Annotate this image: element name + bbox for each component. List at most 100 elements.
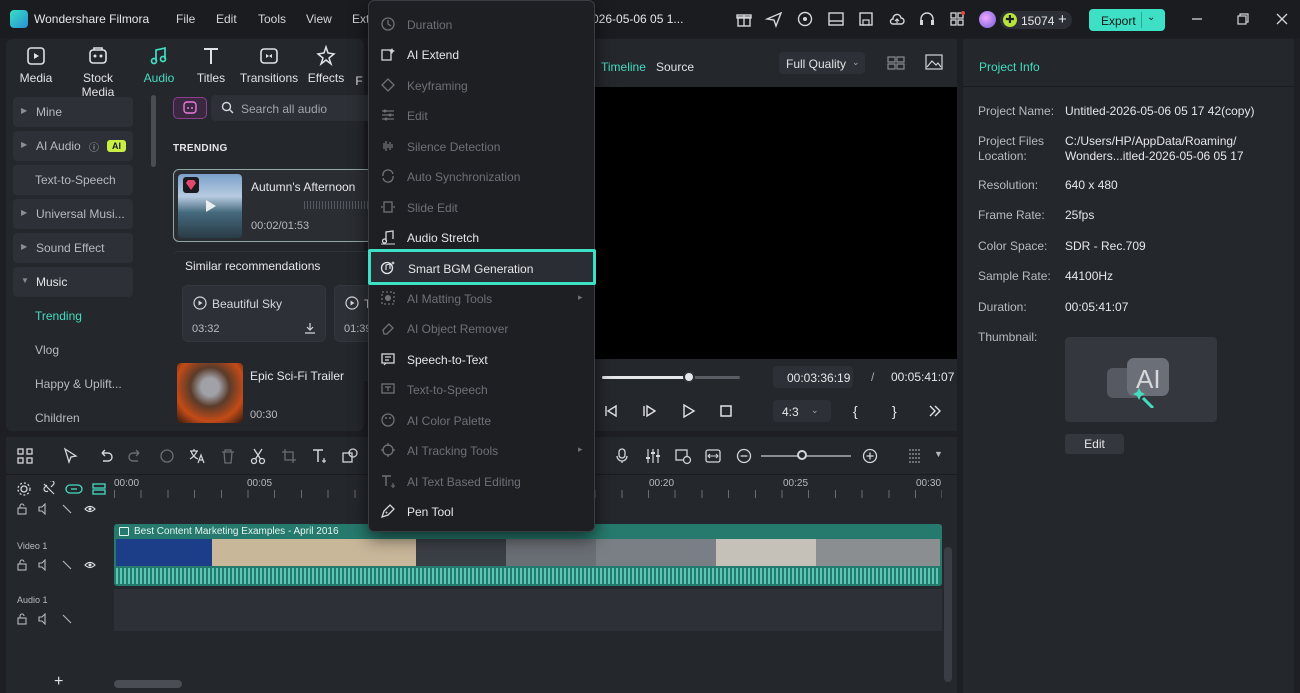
disable-track-icon[interactable] [61, 559, 73, 571]
sidebar-item-vlog[interactable]: Vlog [13, 335, 133, 365]
export-button[interactable]: Export ⌄ [1089, 9, 1165, 31]
menu-item-smart-bgm-generation[interactable]: Smart BGM Generation [368, 249, 596, 285]
sidebar-item-sound-effect[interactable]: ▶ Sound Effect [13, 233, 133, 263]
audio-search-input[interactable]: Search all audio [211, 95, 371, 121]
aspect-ratio-dropdown[interactable]: 4:3 ⌄ [773, 400, 831, 422]
microphone-icon[interactable] [613, 447, 631, 465]
timeline-vertical-scrollbar[interactable] [944, 547, 952, 682]
menu-view[interactable]: View [306, 12, 332, 26]
send-icon[interactable] [765, 10, 783, 28]
mark-in-button[interactable]: { [853, 403, 858, 419]
menu-extensions[interactable]: Ext [352, 12, 369, 26]
lock-icon[interactable] [16, 559, 28, 571]
timeline-settings-icon[interactable] [906, 447, 924, 465]
sidebar-item-universal-music[interactable]: ▶ Universal Musi... [13, 199, 133, 229]
play-circle-icon[interactable] [193, 296, 207, 310]
sidebar-item-music[interactable]: ▼ Music [13, 267, 133, 297]
crop-icon[interactable] [280, 447, 298, 465]
menu-item-ai-matting-tools[interactable]: AI Matting Tools ▸ [369, 283, 594, 313]
credits-badge[interactable]: ✚ 15074 + [1000, 11, 1072, 29]
quality-dropdown[interactable]: Full Quality ⌄ [779, 52, 865, 74]
delete-icon[interactable] [219, 447, 237, 465]
menu-edit[interactable]: Edit [216, 12, 237, 26]
close-icon[interactable] [1273, 10, 1291, 28]
audio-card-epic-sci-fi[interactable]: Epic Sci-Fi Trailer 00:30 [173, 359, 373, 431]
playback-progress-bar[interactable] [602, 376, 740, 379]
current-time-box[interactable]: 00:03:36:19 [773, 366, 853, 388]
mark-out-button[interactable]: } [892, 403, 897, 419]
lock-icon[interactable] [16, 503, 28, 515]
audio-library-icon[interactable] [173, 97, 207, 119]
shapes-icon[interactable] [341, 447, 359, 465]
track-settings-icon[interactable] [16, 481, 32, 497]
scissors-icon[interactable] [249, 447, 267, 465]
support-headset-icon[interactable] [918, 10, 936, 28]
chevron-down-icon[interactable]: ▼ [934, 449, 943, 459]
tool-filters[interactable]: F [352, 45, 366, 87]
menu-item-ai-tracking-tools[interactable]: AI Tracking Tools ▸ [369, 435, 594, 465]
zoom-handle[interactable] [796, 450, 807, 460]
unlink-icon[interactable] [41, 481, 57, 497]
sidebar-item-happy-uplifting[interactable]: Happy & Uplift... [13, 369, 133, 399]
speaker-icon[interactable] [38, 559, 50, 571]
tab-timeline[interactable]: Timeline [601, 60, 646, 74]
minimize-icon[interactable] [1188, 10, 1206, 28]
menu-item-pen-tool[interactable]: Pen Tool [369, 496, 594, 526]
cloud-upload-icon[interactable] [888, 10, 906, 28]
tool-transitions[interactable]: Transitions [238, 45, 300, 87]
tab-source[interactable]: Source [656, 60, 694, 74]
menu-item-speech-to-text[interactable]: Speech-to-Text [369, 344, 594, 374]
video-preview[interactable] [595, 87, 957, 359]
tool-stock-media[interactable]: Stock Media [66, 45, 130, 99]
apps-grid-icon[interactable] [948, 10, 966, 28]
snapshot-icon[interactable] [925, 54, 943, 70]
menu-item-silence-detection[interactable]: Silence Detection [369, 131, 594, 161]
menu-item-keyframing[interactable]: Keyframing [369, 70, 594, 100]
menu-item-ai-text-based-editing[interactable]: AI Text Based Editing [369, 466, 594, 496]
download-icon[interactable] [303, 321, 317, 335]
link-icon[interactable] [65, 481, 83, 497]
play-icon[interactable] [202, 198, 218, 214]
video-track[interactable]: Best Content Marketing Examples - April … [114, 524, 942, 586]
sidebar-item-mine[interactable]: ▶ Mine [13, 97, 133, 127]
grid-view-icon[interactable] [887, 55, 905, 71]
video-clip[interactable]: Best Content Marketing Examples - April … [114, 524, 942, 586]
play-circle-icon[interactable] [345, 296, 359, 310]
previous-frame-icon[interactable] [603, 403, 619, 419]
lock-icon[interactable] [16, 613, 28, 625]
audio-card-featured[interactable]: Autumn's Afternoon 00:02/01:53 [173, 169, 373, 242]
menu-item-duration[interactable]: Duration [369, 9, 594, 39]
thumbnail-edit-button[interactable]: Edit [1065, 434, 1124, 454]
audio-card-beautiful-sky[interactable]: Beautiful Sky 03:32 [182, 285, 326, 342]
user-avatar[interactable] [979, 11, 996, 28]
sidebar-item-children[interactable]: Children [13, 403, 133, 433]
help-icon[interactable]: ⓘ [89, 139, 99, 154]
disable-track-icon[interactable] [61, 503, 73, 515]
sidebar-scrollbar[interactable] [151, 95, 156, 167]
layout-grid-icon[interactable] [16, 447, 34, 465]
progress-handle[interactable] [682, 371, 695, 383]
chevron-down-icon[interactable]: ⌄ [1147, 12, 1155, 23]
stop-icon[interactable] [718, 403, 734, 419]
tutorial-icon[interactable] [796, 10, 814, 28]
tool-media[interactable]: Media [7, 45, 65, 87]
gift-icon[interactable] [735, 10, 753, 28]
menu-item-slide-edit[interactable]: Slide Edit [369, 192, 594, 222]
select-tool-icon[interactable] [62, 447, 80, 465]
add-credits-icon[interactable]: + [1058, 11, 1067, 28]
menu-file[interactable]: File [176, 12, 195, 26]
zoom-out-icon[interactable] [735, 447, 753, 465]
sidebar-item-ai-audio[interactable]: ▶ AI Audio ⓘ AI [13, 131, 133, 161]
audio-track[interactable] [114, 589, 942, 631]
layout-icon[interactable] [827, 10, 845, 28]
save-icon[interactable] [857, 10, 875, 28]
maximize-icon[interactable] [1234, 10, 1252, 28]
auto-ripple-icon[interactable] [91, 481, 107, 497]
menu-tools[interactable]: Tools [258, 12, 286, 26]
zoom-in-icon[interactable] [861, 447, 879, 465]
sidebar-item-trending[interactable]: Trending [13, 301, 133, 331]
tool-audio[interactable]: Audio [130, 45, 188, 87]
text-tool-icon[interactable] [310, 447, 328, 465]
sidebar-item-text-to-speech[interactable]: Text-to-Speech [13, 165, 133, 195]
menu-item-text-to-speech[interactable]: Text-to-Speech [369, 374, 594, 404]
